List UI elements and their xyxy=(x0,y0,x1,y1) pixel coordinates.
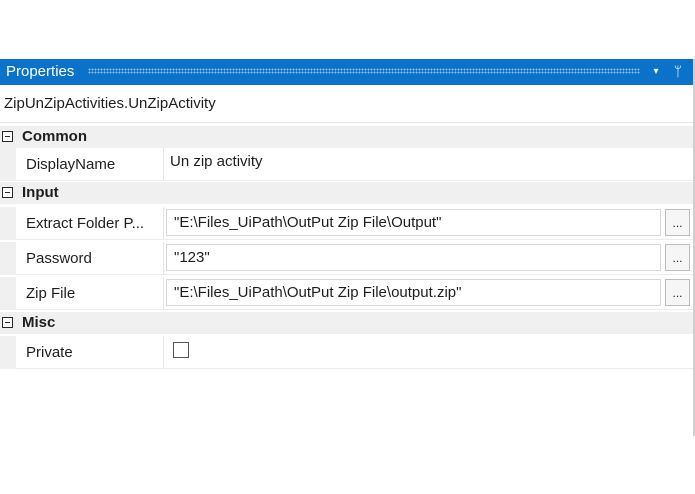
row-gutter xyxy=(0,148,16,181)
collapse-input-icon[interactable] xyxy=(2,187,13,198)
row-gutter xyxy=(0,336,16,369)
row-divider xyxy=(16,274,693,275)
column-separator xyxy=(163,148,164,181)
zip-file-browse-button[interactable]: ... xyxy=(665,279,690,306)
column-separator xyxy=(163,336,164,369)
window-position-dropdown-icon[interactable]: ▾ xyxy=(648,63,664,81)
panel-title: Properties xyxy=(6,63,75,80)
property-name: Password xyxy=(26,250,92,267)
category-label: Common xyxy=(22,128,87,145)
extract-folder-input[interactable]: "E:\Files_UiPath\OutPut Zip File\Output" xyxy=(166,209,661,236)
column-separator xyxy=(163,242,164,275)
title-bar-grip xyxy=(88,68,640,74)
column-separator xyxy=(163,277,164,310)
row-divider xyxy=(16,239,693,240)
zip-file-input[interactable]: "E:\Files_UiPath\OutPut Zip File\output.… xyxy=(166,279,661,306)
row-divider xyxy=(16,368,693,369)
extract-folder-browse-button[interactable]: ... xyxy=(665,209,690,236)
property-name: DisplayName xyxy=(26,156,116,173)
category-input: Input xyxy=(0,182,693,204)
category-misc: Misc xyxy=(0,312,693,334)
property-name: Private xyxy=(26,344,73,361)
property-row-private: Private xyxy=(0,336,693,369)
properties-panel: Properties ▾ ᛘ ZipUnZipActivities.UnZipA… xyxy=(0,59,695,436)
column-separator xyxy=(163,207,164,240)
row-divider xyxy=(16,309,693,310)
header-divider xyxy=(0,122,693,123)
row-gutter xyxy=(0,207,16,240)
row-divider xyxy=(16,180,693,181)
property-row-zip-file: Zip File "E:\Files_UiPath\OutPut Zip Fil… xyxy=(0,277,693,310)
category-label: Misc xyxy=(22,314,56,331)
category-label: Input xyxy=(22,184,59,201)
property-name: Extract Folder P... xyxy=(26,215,145,232)
pin-icon[interactable]: ᛘ xyxy=(670,62,686,80)
category-common: Common xyxy=(0,126,693,148)
activity-type-label: ZipUnZipActivities.UnZipActivity xyxy=(4,95,216,112)
private-checkbox[interactable] xyxy=(173,342,189,358)
properties-title-bar[interactable]: Properties ▾ ᛘ xyxy=(0,59,693,85)
collapse-misc-icon[interactable] xyxy=(2,317,13,328)
collapse-common-icon[interactable] xyxy=(2,131,13,142)
property-name: Zip File xyxy=(26,285,76,302)
password-edit-button[interactable]: ... xyxy=(665,244,690,271)
row-gutter xyxy=(0,277,16,310)
property-row-displayname: DisplayName Un zip activity xyxy=(0,148,693,181)
property-row-password: Password "123" ... xyxy=(0,242,693,275)
displayname-value[interactable]: Un zip activity xyxy=(170,153,263,171)
row-gutter xyxy=(0,242,16,275)
property-row-extract-folder: Extract Folder P... "E:\Files_UiPath\Out… xyxy=(0,207,693,240)
password-input[interactable]: "123" xyxy=(166,244,661,271)
